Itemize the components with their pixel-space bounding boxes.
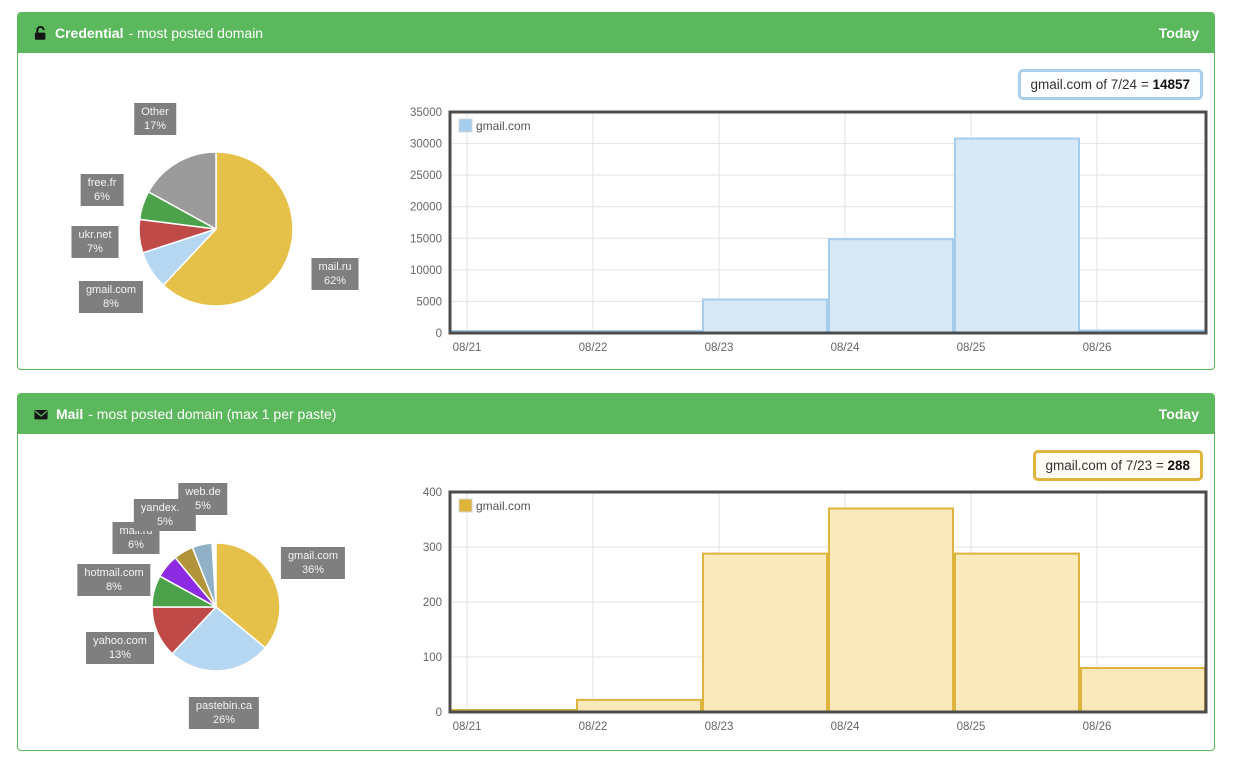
y-axis-tick: 20000	[410, 202, 442, 214]
panel-title: Mail	[56, 406, 83, 422]
panel-subtitle: - most posted domain (max 1 per paste)	[88, 406, 336, 422]
x-axis-tick: 08/24	[831, 342, 860, 354]
pie-label-pastebin.ca: pastebin.ca26%	[189, 697, 259, 729]
x-axis-tick: 08/21	[453, 721, 482, 733]
chart-readout: gmail.com of 7/23 = 288	[1033, 450, 1203, 481]
readout-text: gmail.com of 7/24 =	[1031, 77, 1153, 92]
y-axis-tick: 25000	[410, 170, 442, 182]
legend-swatch	[459, 119, 472, 132]
x-axis-tick: 08/25	[957, 342, 986, 354]
x-axis-tick: 08/23	[705, 342, 734, 354]
y-axis-tick: 0	[436, 328, 442, 340]
y-axis-tick: 5000	[416, 296, 442, 308]
pie-label-ukr.net: ukr.net7%	[71, 226, 118, 258]
y-axis-tick: 200	[423, 597, 442, 609]
y-axis-tick: 100	[423, 652, 442, 664]
x-axis-tick: 08/24	[831, 721, 860, 733]
pie-label-yahoo.com: yahoo.com13%	[86, 632, 154, 664]
credential-panel-header: Credential - most posted domain Today	[18, 13, 1214, 53]
bar-chart-svg: 0 5000 10000 15000 20000 25000 30000 35000 08/21…	[388, 102, 1216, 367]
legend-label: gmail.com	[476, 499, 531, 513]
y-axis-tick: 300	[423, 542, 442, 554]
pie-label-Other: Other17%	[134, 103, 176, 135]
today-badge[interactable]: Today	[1159, 406, 1199, 422]
y-axis-tick: 10000	[410, 265, 442, 277]
bar-chart-svg: 0 100 200 300 400 08/21 08/22 08/23 08/24 08/25 08…	[388, 482, 1216, 746]
bar-08/23[interactable]	[703, 554, 827, 712]
pie-svg	[146, 537, 286, 677]
mail-panel: Mail - most posted domain (max 1 per pas…	[17, 393, 1215, 751]
x-axis-tick: 08/21	[453, 342, 482, 354]
y-axis-tick: 400	[423, 487, 442, 499]
panel-subtitle: - most posted domain	[128, 25, 263, 41]
readout-value: 14857	[1152, 77, 1190, 92]
today-badge[interactable]: Today	[1159, 25, 1199, 41]
pie-svg	[133, 146, 299, 312]
y-axis-tick: 30000	[410, 139, 442, 151]
readout-value: 288	[1167, 458, 1190, 473]
bar-08/25[interactable]	[955, 139, 1079, 333]
legend: gmail.com	[459, 499, 531, 513]
readout-text: gmail.com of 7/23 =	[1046, 458, 1168, 473]
x-axis-tick: 08/22	[579, 342, 608, 354]
bar-08/24[interactable]	[829, 239, 953, 333]
pie-label-mail.ru: mail.ru62%	[311, 258, 358, 290]
bar-08/25[interactable]	[955, 554, 1079, 712]
legend-label: gmail.com	[476, 119, 531, 133]
pie-label-gmail.com: gmail.com8%	[79, 281, 143, 313]
pie-label-hotmail.com: hotmail.com8%	[77, 564, 150, 596]
y-axis-tick: 0	[436, 707, 442, 719]
x-axis-tick: 08/22	[579, 721, 608, 733]
pie-label-free.fr: free.fr6%	[81, 174, 124, 206]
unlock-icon	[33, 26, 48, 41]
pie-label-gmail.com: gmail.com36%	[281, 547, 345, 579]
panel-title: Credential	[55, 25, 123, 41]
y-axis-tick: 15000	[410, 233, 442, 245]
envelope-icon	[33, 407, 49, 422]
chart-readout: gmail.com of 7/24 = 14857	[1018, 69, 1203, 100]
x-axis-tick: 08/23	[705, 721, 734, 733]
bar-08/23[interactable]	[703, 300, 827, 333]
bar-08/26[interactable]	[1081, 668, 1205, 712]
x-axis-tick: 08/26	[1083, 342, 1112, 354]
mail-panel-header: Mail - most posted domain (max 1 per pas…	[18, 394, 1214, 434]
x-axis-tick: 08/26	[1083, 721, 1112, 733]
y-axis-tick: 35000	[410, 107, 442, 119]
bar-08/24[interactable]	[829, 509, 953, 713]
pie-label-web.de: web.de5%	[178, 483, 227, 515]
credential-panel: Credential - most posted domain Today gm…	[17, 12, 1215, 370]
legend: gmail.com	[459, 119, 531, 133]
legend-swatch	[459, 499, 472, 512]
x-axis-tick: 08/25	[957, 721, 986, 733]
bar-08/22[interactable]	[577, 700, 701, 712]
